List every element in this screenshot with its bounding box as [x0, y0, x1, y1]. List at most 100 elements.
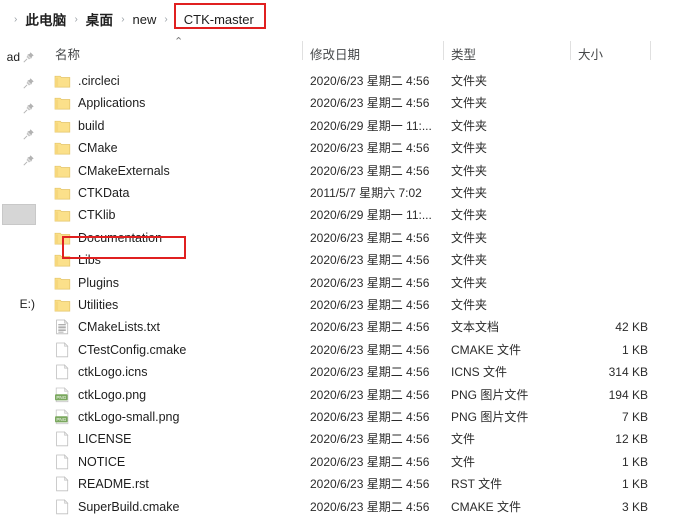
table-row[interactable]: build 2020/6/29 星期一 11:... 文件夹: [41, 115, 678, 137]
pin-icon: [22, 128, 35, 141]
date-modified-cell: 2020/6/23 星期二 4:56: [310, 74, 430, 88]
file-type-cell: CMAKE 文件: [451, 342, 522, 357]
blank-file-icon: [54, 342, 71, 358]
file-type-cell: 文件夹: [451, 208, 488, 223]
file-name-cell: ctkLogo.icns: [78, 365, 148, 380]
date-modified-cell: 2020/6/23 星期二 4:56: [310, 141, 430, 156]
breadcrumb-item-ctk-master-label: CTK-master: [183, 11, 254, 27]
png-file-icon: PNG: [54, 386, 71, 403]
svg-text:PNG: PNG: [56, 395, 66, 400]
column-divider-3[interactable]: [570, 41, 571, 60]
nav-item-0-label: ad: [6, 50, 20, 64]
table-row[interactable]: CTKlib 2020/6/29 星期一 11:... 文件夹: [41, 204, 678, 226]
file-name-cell: ctkLogo-small.png: [78, 410, 180, 424]
nav-item-2[interactable]: [0, 97, 41, 119]
table-row[interactable]: PNG ctkLogo-small.png 2020/6/23 星期二 4:56 PN…: [41, 406, 678, 428]
nav-item-0[interactable]: ad: [0, 46, 41, 68]
table-row[interactable]: Plugins 2020/6/23 星期二 4:56 文件夹: [41, 272, 678, 294]
nav-item-1[interactable]: [0, 72, 41, 94]
file-size-cell: 1 KB: [621, 454, 648, 469]
date-modified-cell: 2020/6/23 星期二 4:56: [310, 365, 430, 380]
column-header-date-modified[interactable]: 修改日期: [310, 44, 360, 63]
file-name-cell: NOTICE: [78, 454, 126, 469]
file-type-cell: 文件夹: [451, 186, 488, 200]
address-bar[interactable]: › 此电脑 › 桌面 › new › CTK-master: [0, 0, 678, 36]
file-type-cell: 文件夹: [451, 298, 488, 312]
table-row[interactable]: .circleci 2020/6/23 星期二 4:56 文件夹: [41, 70, 678, 92]
file-type-cell: 文件夹: [451, 253, 488, 268]
blank-file-icon: [54, 498, 71, 515]
folder-icon: [54, 185, 71, 201]
column-header-row[interactable]: ⌃ 名称 修改日期 类型 大小: [41, 36, 678, 65]
folder-icon: [54, 118, 71, 134]
nav-item-4[interactable]: [0, 149, 41, 171]
file-name-cell: CTestConfig.cmake: [78, 342, 187, 357]
file-name-cell: ctkLogo.png: [78, 387, 147, 402]
text-file-icon: [54, 319, 71, 335]
file-name-cell: CTKData: [78, 186, 130, 200]
table-row[interactable]: CTestConfig.cmake 2020/6/23 星期二 4:56 CMAKE…: [41, 339, 678, 361]
column-header-type[interactable]: 类型: [451, 44, 476, 63]
date-modified-cell: 2020/6/23 星期二 4:56: [310, 387, 430, 402]
nav-item-drive[interactable]: E:): [0, 295, 41, 313]
date-modified-cell: 2020/6/23 星期二 4:56: [310, 454, 430, 469]
table-row[interactable]: Utilities 2020/6/23 星期二 4:56 文件夹: [41, 294, 678, 316]
date-modified-cell: 2020/6/23 星期二 4:56: [310, 499, 430, 514]
table-row[interactable]: ctkLogo.icns 2020/6/23 星期二 4:56 ICNS 文件 314…: [41, 361, 678, 383]
date-modified-cell: 2020/6/23 星期二 4:56: [310, 477, 430, 492]
table-row[interactable]: Documentation 2020/6/23 星期二 4:56 文件夹: [41, 227, 678, 249]
file-name-cell: LICENSE: [78, 432, 132, 447]
table-row[interactable]: Libs 2020/6/23 星期二 4:56 文件夹: [41, 249, 678, 271]
nav-item-3[interactable]: [0, 123, 41, 145]
file-type-cell: CMAKE 文件: [451, 499, 522, 514]
table-row[interactable]: CMakeExternals 2020/6/23 星期二 4:56 文件夹: [41, 160, 678, 182]
table-row[interactable]: LICENSE 2020/6/23 星期二 4:56 文件 12 KB: [41, 428, 678, 450]
date-modified-cell: 2020/6/29 星期一 11:...: [310, 208, 432, 223]
column-header-name[interactable]: 名称: [55, 44, 80, 63]
file-type-cell: 文件: [451, 432, 476, 447]
file-size-cell: 3 KB: [621, 499, 648, 514]
column-divider-1[interactable]: [302, 41, 303, 60]
table-row[interactable]: Applications 2020/6/23 星期二 4:56 文件夹: [41, 92, 678, 114]
breadcrumb-item-new[interactable]: new: [131, 11, 159, 28]
table-row[interactable]: CMake 2020/6/23 星期二 4:56 文件夹: [41, 137, 678, 159]
file-list[interactable]: .circleci 2020/6/23 星期二 4:56 文件夹 Applicatio…: [41, 65, 678, 522]
file-name-cell: .circleci: [78, 74, 120, 88]
breadcrumb-item-this-pc[interactable]: 此电脑: [23, 8, 68, 30]
svg-text:PNG: PNG: [56, 417, 66, 422]
date-modified-cell: 2020/6/29 星期一 11:...: [310, 118, 432, 133]
column-divider-4[interactable]: [650, 41, 651, 60]
breadcrumb-separator-2[interactable]: ›: [121, 14, 124, 25]
folder-icon: [54, 140, 71, 156]
breadcrumb[interactable]: › 此电脑 › 桌面 › new › CTK-master: [8, 2, 266, 30]
folder-icon: [54, 73, 71, 89]
table-row[interactable]: PNG ctkLogo.png 2020/6/23 星期二 4:56 PNG 图片文件…: [41, 384, 678, 406]
date-modified-cell: 2011/5/7 星期六 7:02: [310, 186, 422, 200]
table-row[interactable]: NOTICE 2020/6/23 星期二 4:56 文件 1 KB: [41, 451, 678, 473]
column-header-size[interactable]: 大小: [578, 44, 603, 63]
blank-file-icon: [54, 476, 71, 492]
breadcrumb-separator-1[interactable]: ›: [74, 14, 77, 25]
blank-file-icon: [54, 431, 71, 447]
table-row[interactable]: SuperBuild.cmake 2020/6/23 星期二 4:56 CMAKE …: [41, 496, 678, 518]
nav-item-selected[interactable]: [2, 204, 36, 225]
breadcrumb-item-ctk-master[interactable]: CTK-master: [173, 2, 266, 29]
folder-icon: [54, 163, 71, 179]
file-type-cell: 文件夹: [451, 230, 488, 245]
file-name-cell: Utilities: [78, 298, 119, 312]
column-divider-2[interactable]: [443, 41, 444, 60]
date-modified-cell: 2020/6/23 星期二 4:56: [310, 96, 430, 111]
breadcrumb-separator-3[interactable]: ›: [164, 14, 167, 25]
breadcrumb-item-desktop[interactable]: 桌面: [84, 8, 115, 30]
file-name-cell: CMake: [78, 141, 118, 156]
table-row[interactable]: README.rst 2020/6/23 星期二 4:56 RST 文件 1 KB: [41, 473, 678, 495]
navigation-pane[interactable]: ad E:): [0, 36, 42, 522]
pin-icon: [22, 51, 35, 64]
table-row[interactable]: CMakeLists.txt 2020/6/23 星期二 4:56 文本文档 42 K…: [41, 316, 678, 338]
file-name-cell: build: [78, 118, 105, 133]
table-row[interactable]: CTKData 2011/5/7 星期六 7:02 文件夹: [41, 182, 678, 204]
file-type-cell: 文本文档: [451, 320, 500, 335]
date-modified-cell: 2020/6/23 星期二 4:56: [310, 163, 430, 178]
file-name-cell: README.rst: [78, 477, 149, 492]
file-type-cell: 文件夹: [451, 275, 488, 290]
